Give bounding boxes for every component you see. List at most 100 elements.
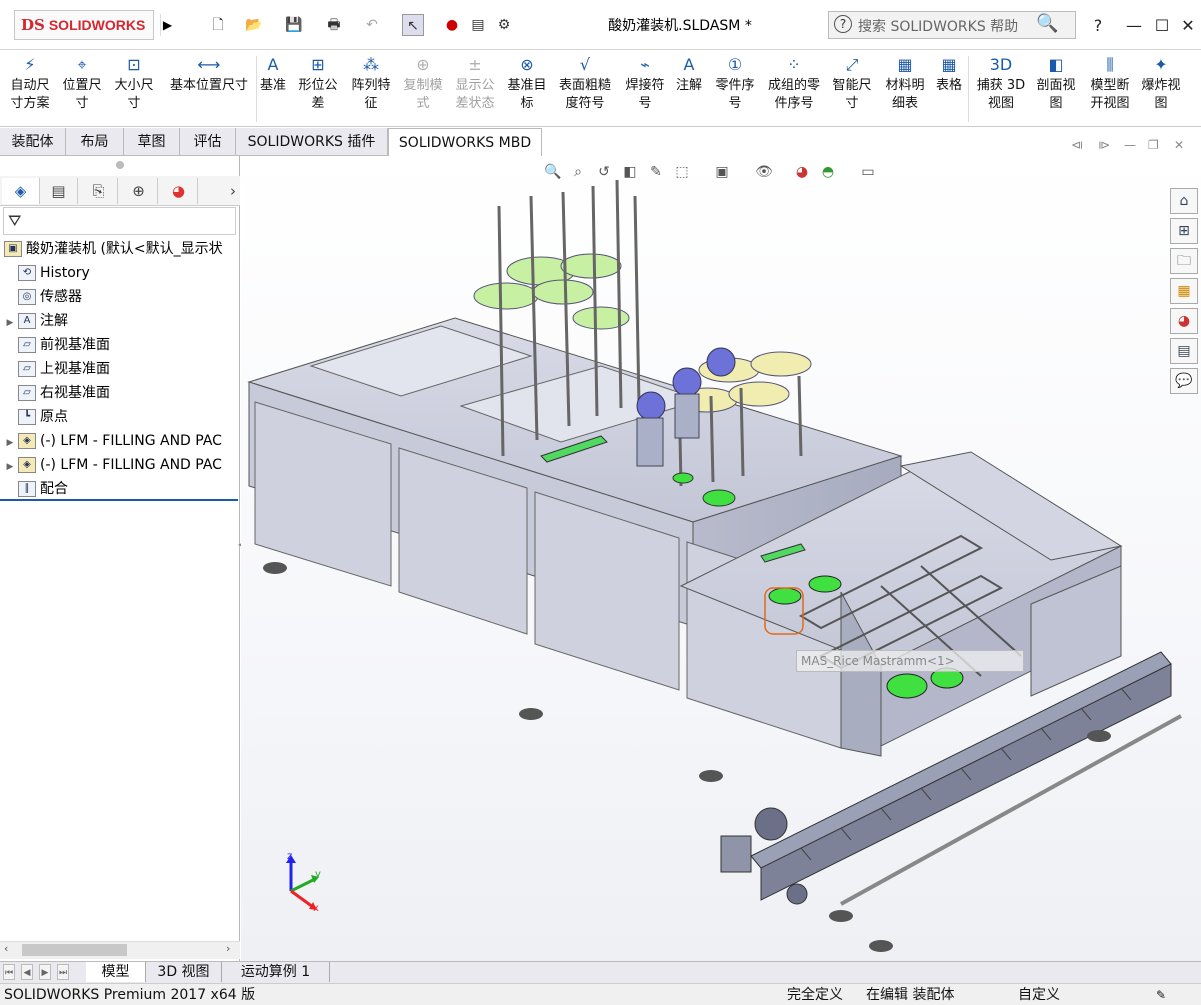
panel-grip-icon[interactable] xyxy=(116,161,124,169)
print-icon[interactable]: 🖶 xyxy=(324,14,344,36)
new-document-icon[interactable]: 🗋 xyxy=(208,14,228,36)
zoom-to-fit-icon[interactable]: 🔍 xyxy=(543,162,563,182)
tree-root-assembly[interactable]: ▣ 酸奶灌装机 (默认<默认_显示状 xyxy=(0,237,238,261)
tab-solidworks-mbd[interactable]: SOLIDWORKS MBD xyxy=(388,128,542,156)
view-palette-icon[interactable]: ▦ xyxy=(1170,278,1198,304)
tree-item[interactable]: ▶ ◈ (-) LFM - FILLING AND PAC xyxy=(0,429,238,453)
help-menu-button[interactable]: ? xyxy=(1086,14,1110,38)
apply-scene-icon[interactable]: ◓ xyxy=(818,162,838,182)
ribbon-button-weld-symbol[interactable]: ⌁ 焊接符号 xyxy=(620,55,670,121)
ribbon-button-table[interactable]: ▦ 表格 xyxy=(932,55,966,121)
undo-icon[interactable]: ↶ xyxy=(362,14,382,36)
units-selector[interactable]: 自定义 xyxy=(1018,986,1060,1004)
viewport-next-icon[interactable]: ⧐ xyxy=(1098,138,1110,152)
scroll-left-icon[interactable]: ‹ xyxy=(4,942,8,955)
ribbon-button-auto-dimension[interactable]: ⚡ 自动尺 寸方案 xyxy=(4,55,56,121)
edit-appearance-icon[interactable]: ◕ xyxy=(792,162,812,182)
search-icon[interactable]: 🔍 xyxy=(1036,13,1058,34)
ribbon-button-surface-finish[interactable]: √ 表面粗糙 度符号 xyxy=(554,55,616,121)
hide-show-items-icon[interactable]: 👁 xyxy=(754,162,774,182)
ribbon-button-exploded-view[interactable]: ✦ 爆炸视图 xyxy=(1138,55,1184,121)
save-icon[interactable]: 💾 xyxy=(284,14,304,36)
tab-3d-views[interactable]: 3D 视图 xyxy=(146,962,222,982)
select-pointer-icon[interactable]: ↖ xyxy=(402,14,424,36)
view-orientation-icon[interactable]: ⬚ xyxy=(672,162,692,182)
tab-evaluate[interactable]: 评估 xyxy=(180,128,236,156)
tree-item[interactable]: ▶ ◈ (-) LFM - FILLING AND PAC xyxy=(0,453,238,477)
ribbon-button-capture-3d-view[interactable]: 3D 捕获 3D 视图 xyxy=(974,55,1028,121)
tree-item[interactable]: ◎ 传感器 xyxy=(0,285,238,309)
open-document-icon[interactable]: 📂 xyxy=(244,14,264,36)
minimize-button[interactable]: — xyxy=(1122,14,1146,38)
ribbon-button-model-break-view[interactable]: ⫼ 模型断 开视图 xyxy=(1084,55,1136,121)
section-view-hud-icon[interactable]: ◧ xyxy=(620,162,640,182)
feature-manager-tab-icon[interactable]: ◈ xyxy=(2,178,40,204)
viewport-close-icon[interactable]: ✕ xyxy=(1174,138,1184,152)
file-explorer-icon[interactable]: 🗀 xyxy=(1170,248,1198,274)
ribbon-button-section-view[interactable]: ◧ 剖面视图 xyxy=(1032,55,1080,121)
tab-motion-study-1[interactable]: 运动算例 1 xyxy=(222,962,330,982)
tab-sketch[interactable]: 草图 xyxy=(124,128,180,156)
dynamic-annotation-icon[interactable]: ✎ xyxy=(646,162,666,182)
configuration-manager-tab-icon[interactable]: ⎘ xyxy=(80,178,118,204)
ribbon-button-geometric-tolerance[interactable]: ⊞ 形位公差 xyxy=(294,55,342,121)
rebuild-traffic-light-icon[interactable]: ● xyxy=(444,14,460,36)
viewport-minimize-icon[interactable]: — xyxy=(1124,138,1136,152)
quick-tips-icon[interactable]: ✎ xyxy=(1156,986,1166,1004)
expand-arrow-icon[interactable]: ▶ xyxy=(4,455,16,477)
menu-expand-arrow-icon[interactable]: ▶ xyxy=(160,14,174,36)
dimxpert-manager-tab-icon[interactable]: ⊕ xyxy=(120,178,158,204)
tab-model[interactable]: 模型 xyxy=(86,962,146,982)
ribbon-button-smart-dimension[interactable]: ⤢ 智能尺寸 xyxy=(828,55,876,121)
ribbon-button-bom[interactable]: ▦ 材料明 细表 xyxy=(880,55,930,121)
ribbon-button-stacked-balloon[interactable]: ⁘ 成组的零 件序号 xyxy=(762,55,826,121)
ribbon-button-location-dimension[interactable]: ⌖ 位置尺寸 xyxy=(58,55,106,121)
maximize-button[interactable]: ☐ xyxy=(1150,14,1174,38)
scroll-right-icon[interactable]: › xyxy=(226,942,230,955)
close-button[interactable]: ✕ xyxy=(1176,14,1200,38)
ribbon-button-basic-location-dimension[interactable]: ⟷ 基本位置尺寸 xyxy=(164,55,254,121)
tree-filter-input[interactable] xyxy=(3,207,236,235)
tab-next-icon[interactable]: ▶ xyxy=(39,964,51,980)
solidworks-forum-icon[interactable]: 💬 xyxy=(1170,368,1198,394)
custom-properties-icon[interactable]: ▤ xyxy=(1170,338,1198,364)
tree-item[interactable]: ⟲ History xyxy=(0,261,238,285)
tab-solidworks-addins[interactable]: SOLIDWORKS 插件 xyxy=(236,128,388,156)
view-settings-icon[interactable]: ▭ xyxy=(858,162,878,182)
ribbon-button-datum[interactable]: A 基准 xyxy=(256,55,290,121)
tree-item[interactable]: ▱ 前视基准面 xyxy=(0,333,238,357)
tab-last-icon[interactable]: ⏭ xyxy=(57,964,69,980)
display-manager-tab-icon[interactable]: ◕ xyxy=(160,178,198,204)
viewport-restore-icon[interactable]: ❐ xyxy=(1148,138,1159,152)
tree-item[interactable]: ▱ 右视基准面 xyxy=(0,381,238,405)
tree-item[interactable]: ▱ 上视基准面 xyxy=(0,357,238,381)
solidworks-resources-icon[interactable]: ⌂ xyxy=(1170,188,1198,214)
ribbon-button-size-dimension[interactable]: ⊡ 大小尺寸 xyxy=(108,55,160,121)
scrollbar-thumb[interactable] xyxy=(22,944,127,956)
viewport-previous-icon[interactable]: ⧏ xyxy=(1071,138,1083,152)
ribbon-button-copy-scheme[interactable]: ⊕ 复制模式 xyxy=(398,55,448,121)
solidworks-logo[interactable]: DS SOLIDWORKS xyxy=(14,10,154,40)
design-library-icon[interactable]: ⊞ xyxy=(1170,218,1198,244)
previous-view-icon[interactable]: ↺ xyxy=(594,162,614,182)
file-properties-icon[interactable]: ▤ xyxy=(468,14,488,36)
rollback-bar[interactable] xyxy=(0,499,238,501)
expand-arrow-icon[interactable]: ▶ xyxy=(4,311,16,333)
tab-assembly[interactable]: 装配体 xyxy=(0,128,66,156)
ribbon-button-balloon[interactable]: ① 零件序号 xyxy=(710,55,760,121)
ribbon-button-pattern-feature[interactable]: ⁂ 阵列特征 xyxy=(346,55,396,121)
ribbon-button-datum-target[interactable]: ⊗ 基准目标 xyxy=(502,55,552,121)
zoom-to-area-icon[interactable]: ⌕ xyxy=(568,162,588,182)
tree-item[interactable]: ┗ 原点 xyxy=(0,405,238,429)
options-gear-icon[interactable]: ⚙ xyxy=(494,14,514,36)
property-manager-tab-icon[interactable]: ▤ xyxy=(40,178,78,204)
tree-item[interactable]: ∥ 配合 xyxy=(0,477,238,501)
ribbon-button-show-tolerance-status[interactable]: ± 显示公 差状态 xyxy=(450,55,500,121)
graphics-viewport[interactable]: z y x MAS_Rice Mastramm<1> xyxy=(241,156,1201,961)
filter-funnel-icon[interactable]: ⛛ xyxy=(8,211,21,231)
tab-layout[interactable]: 布局 xyxy=(66,128,124,156)
display-style-icon[interactable]: ▣ xyxy=(712,162,732,182)
expand-arrow-icon[interactable]: ▶ xyxy=(4,431,16,453)
appearances-scenes-icon[interactable]: ◕ xyxy=(1170,308,1198,334)
tab-first-icon[interactable]: ⏮ xyxy=(3,964,15,980)
